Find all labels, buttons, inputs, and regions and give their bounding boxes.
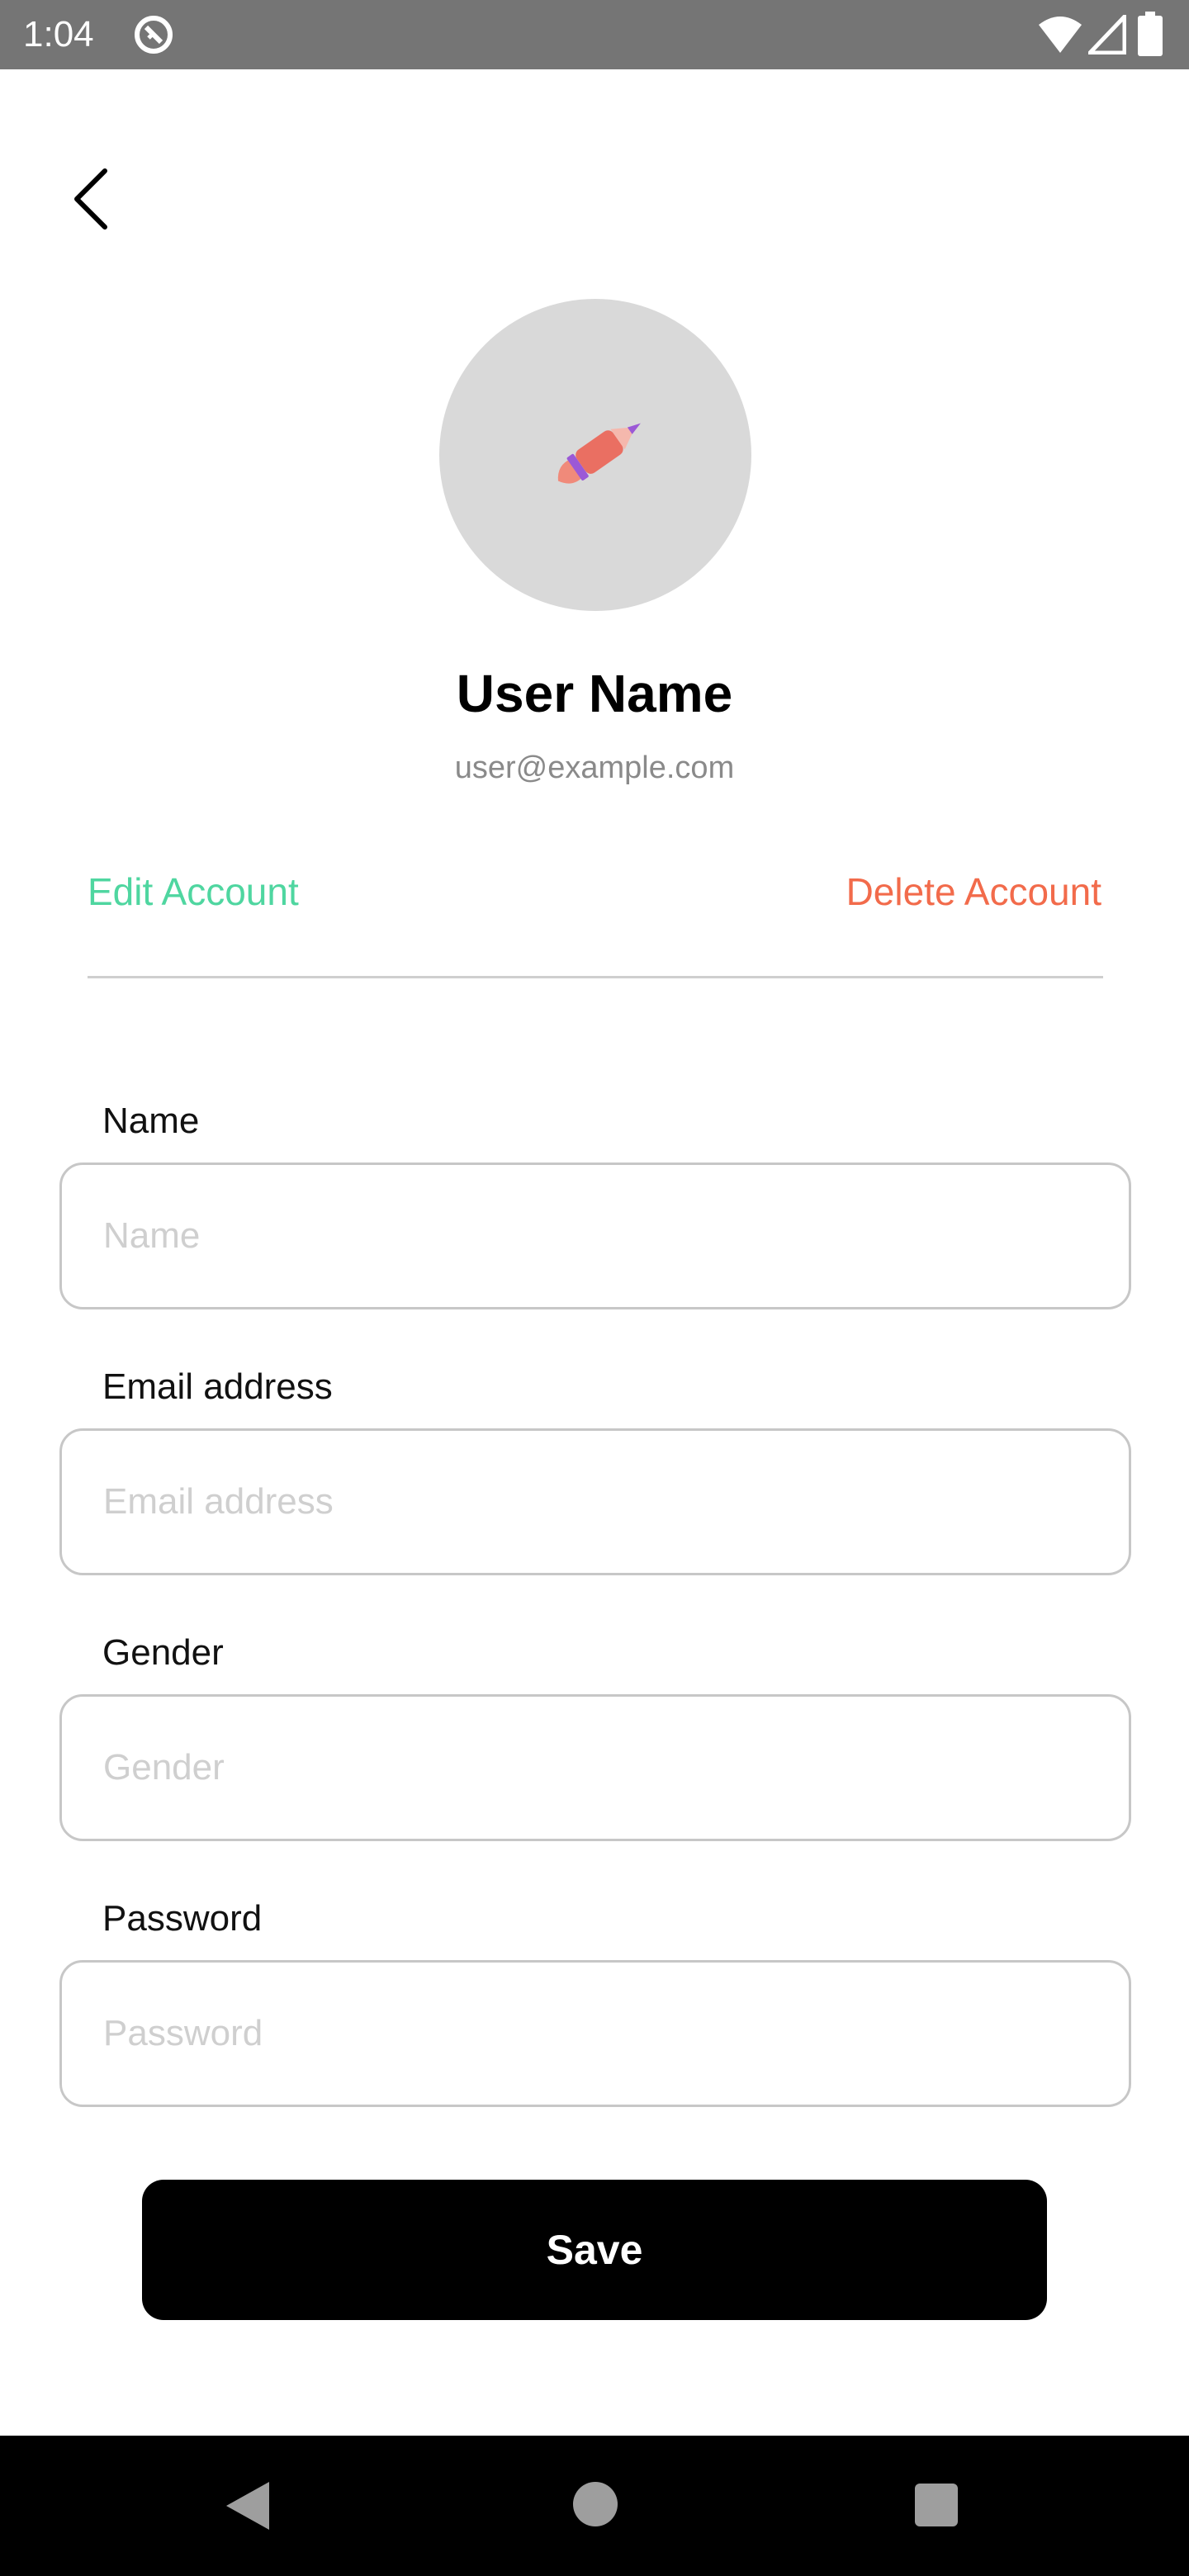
user-name: User Name: [456, 664, 733, 723]
battery-icon: [1138, 12, 1163, 56]
name-label: Name: [102, 1101, 200, 1141]
password-label: Password: [102, 1898, 263, 1939]
delete-account-button[interactable]: Delete Account: [846, 869, 1101, 915]
rocket-icon: [557, 423, 641, 484]
save-button[interactable]: Save: [142, 2180, 1047, 2320]
gender-input[interactable]: [59, 1694, 1131, 1841]
wifi-icon: [1039, 17, 1082, 53]
back-button[interactable]: [58, 162, 124, 236]
navigation-bar: [0, 2436, 1189, 2576]
edit-account-button[interactable]: Edit Account: [88, 869, 299, 915]
nav-home-icon[interactable]: [573, 2482, 618, 2526]
user-email: user@example.com: [454, 751, 735, 785]
email-input[interactable]: [59, 1428, 1131, 1575]
divider: [88, 976, 1103, 978]
password-input[interactable]: [59, 1960, 1131, 2107]
email-label: Email address: [102, 1366, 333, 1407]
name-input[interactable]: [59, 1163, 1131, 1309]
nav-back-icon[interactable]: [223, 2479, 272, 2533]
signal-icon: [1088, 15, 1126, 54]
status-bar: 1:04: [0, 0, 1189, 69]
status-time: 1:04: [23, 14, 94, 54]
chevron-left-icon: [74, 168, 107, 230]
nav-recents-icon[interactable]: [915, 2484, 958, 2526]
app-notification-icon: [135, 16, 173, 54]
gender-label: Gender: [102, 1632, 224, 1673]
avatar[interactable]: [439, 299, 751, 611]
